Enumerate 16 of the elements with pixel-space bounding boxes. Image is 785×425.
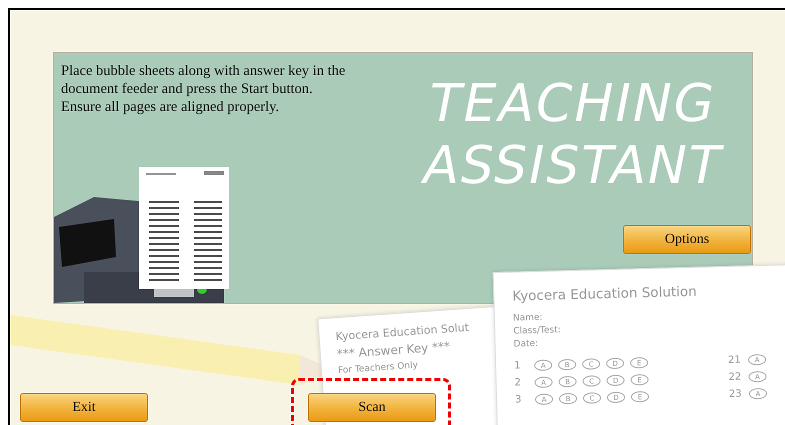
instruction-text: Place bubble sheets along with answer key in the document feeder and press the Start button. — [61, 62, 346, 98]
sheet-note: For Teachers Only — [338, 360, 420, 376]
instruction-text: Ensure all pages are aligned properly. — [61, 98, 280, 116]
action-button[interactable]: Exit — [20, 393, 148, 422]
action-button[interactable]: Scan — [308, 393, 436, 422]
question-number: 3 — [514, 394, 523, 406]
app-title: TEACHING ASSISTANT — [393, 73, 753, 197]
sheet-heading: Kyocera Education Solution — [512, 282, 698, 305]
question-number: 22 — [728, 372, 742, 383]
question-number: 21 — [728, 354, 742, 366]
sheet-field-label: Date: — [513, 338, 540, 352]
sheet-field-label: Name: — [512, 312, 544, 326]
question-number: 1 — [514, 360, 522, 372]
question-number: 2 — [514, 377, 522, 389]
question-number: 23 — [728, 388, 743, 400]
options-button[interactable]: Options — [623, 225, 751, 254]
